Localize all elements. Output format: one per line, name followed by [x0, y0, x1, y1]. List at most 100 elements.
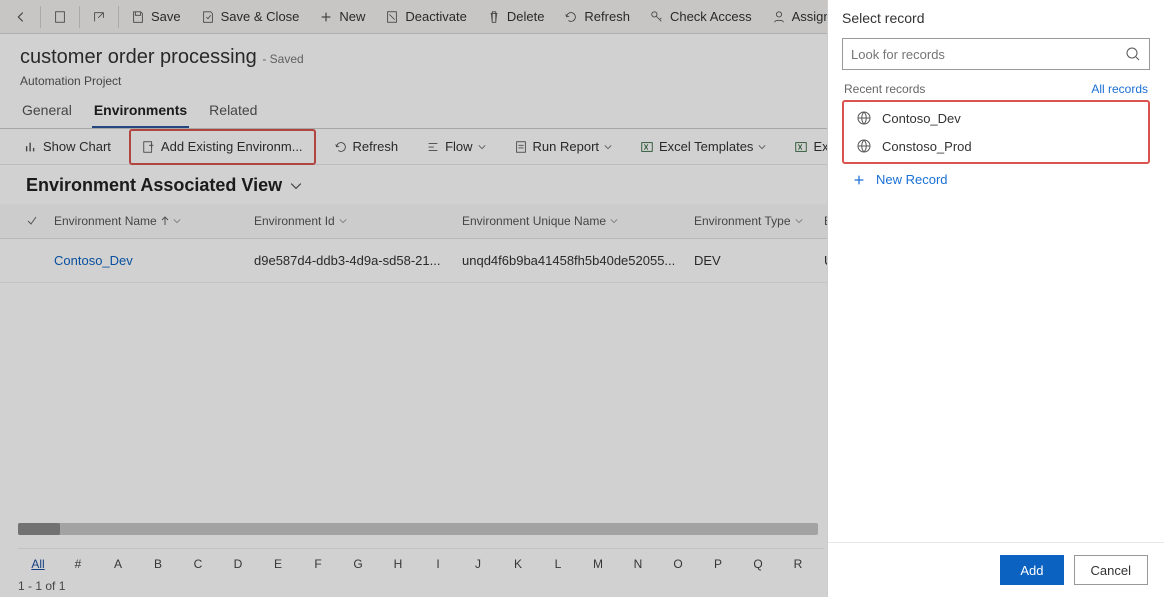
- chevron-down-icon: [758, 143, 766, 151]
- flow-menu[interactable]: Flow: [416, 132, 495, 162]
- globe-icon: [856, 110, 872, 126]
- panel-footer: Add Cancel: [828, 542, 1164, 597]
- flow-icon: [426, 140, 440, 154]
- deactivate-button[interactable]: Deactivate: [375, 1, 476, 33]
- lookup-item-contoso-dev[interactable]: Contoso_Dev: [844, 104, 1148, 132]
- alpha-a[interactable]: A: [98, 557, 138, 571]
- check-access-button[interactable]: Check Access: [640, 1, 762, 33]
- delete-button[interactable]: Delete: [477, 1, 555, 33]
- alpha-all[interactable]: All: [18, 557, 58, 571]
- sort-asc-icon: [161, 216, 169, 226]
- refresh-icon: [334, 140, 348, 154]
- chevron-down-icon: [173, 217, 181, 225]
- col-environment-id[interactable]: Environment Id: [246, 208, 454, 234]
- run-report-menu[interactable]: Run Report: [504, 132, 622, 162]
- alpha-p[interactable]: P: [698, 557, 738, 571]
- alpha-q[interactable]: Q: [738, 557, 778, 571]
- refresh-icon: [564, 10, 578, 24]
- alpha-filter: All # A B C D E F G H I J K L M N O P Q …: [18, 548, 824, 571]
- chevron-down-icon: [478, 143, 486, 151]
- alpha-m[interactable]: M: [578, 557, 618, 571]
- all-records-link[interactable]: All records: [1091, 82, 1148, 96]
- deactivate-icon: [385, 10, 399, 24]
- chevron-down-icon: [290, 180, 302, 192]
- new-record-button[interactable]: New Record: [828, 164, 1164, 195]
- highlight-recent-records: Contoso_Dev Constoso_Prod: [842, 100, 1150, 164]
- form-button[interactable]: [43, 1, 77, 33]
- recent-records-label: Recent records: [844, 82, 925, 96]
- refresh-button[interactable]: Refresh: [554, 1, 640, 33]
- save-icon: [131, 10, 145, 24]
- save-close-icon: [201, 10, 215, 24]
- alpha-b[interactable]: B: [138, 557, 178, 571]
- plus-icon: [319, 10, 333, 24]
- alpha-h[interactable]: H: [378, 557, 418, 571]
- highlight-add-existing: Add Existing Environm...: [129, 129, 316, 165]
- tab-related[interactable]: Related: [207, 96, 259, 128]
- lookup-panel: Select record Recent records All records…: [827, 0, 1164, 597]
- person-icon: [772, 10, 786, 24]
- globe-icon: [856, 138, 872, 154]
- chart-icon: [24, 140, 38, 154]
- entity-name: Automation Project: [20, 74, 304, 88]
- alpha-hash[interactable]: #: [58, 557, 98, 571]
- tab-environments[interactable]: Environments: [92, 96, 189, 128]
- new-record-label: New Record: [876, 172, 948, 187]
- alpha-k[interactable]: K: [498, 557, 538, 571]
- col-environment-type[interactable]: Environment Type: [686, 208, 816, 234]
- col-environment-name[interactable]: Environment Name: [46, 208, 246, 234]
- alpha-i[interactable]: I: [418, 557, 458, 571]
- cancel-button[interactable]: Cancel: [1074, 555, 1148, 585]
- cell-environment-id: d9e587d4-ddb3-4d9a-sd58-21...: [246, 247, 454, 274]
- lookup-item-contoso-prod[interactable]: Constoso_Prod: [844, 132, 1148, 160]
- show-chart-button[interactable]: Show Chart: [14, 132, 121, 162]
- report-icon: [514, 140, 528, 154]
- add-button[interactable]: Add: [1000, 555, 1063, 585]
- alpha-e[interactable]: E: [258, 557, 298, 571]
- chevron-down-icon: [795, 217, 803, 225]
- alpha-c[interactable]: C: [178, 557, 218, 571]
- save-button[interactable]: Save: [121, 1, 191, 33]
- new-button[interactable]: New: [309, 1, 375, 33]
- panel-title: Select record: [828, 0, 1164, 30]
- search-box[interactable]: [842, 38, 1150, 70]
- save-close-button[interactable]: Save & Close: [191, 1, 310, 33]
- arrow-left-icon: [14, 10, 28, 24]
- search-input[interactable]: [851, 47, 1125, 62]
- add-existing-icon: [142, 140, 156, 154]
- cell-environment-type: DEV: [686, 247, 816, 274]
- cell-environment-name[interactable]: Contoso_Dev: [46, 247, 246, 274]
- lookup-item-label: Contoso_Dev: [882, 111, 961, 126]
- checkmark-icon[interactable]: [26, 215, 38, 227]
- alpha-n[interactable]: N: [618, 557, 658, 571]
- horizontal-scrollbar[interactable]: [18, 523, 818, 535]
- add-existing-environment-button[interactable]: Add Existing Environm...: [132, 132, 313, 162]
- plus-icon: [852, 173, 866, 187]
- excel-icon: [640, 140, 654, 154]
- alpha-o[interactable]: O: [658, 557, 698, 571]
- alpha-d[interactable]: D: [218, 557, 258, 571]
- col-environment-unique[interactable]: Environment Unique Name: [454, 208, 686, 234]
- alpha-l[interactable]: L: [538, 557, 578, 571]
- alpha-g[interactable]: G: [338, 557, 378, 571]
- popout-icon: [92, 10, 106, 24]
- excel-templates-menu[interactable]: Excel Templates: [630, 132, 776, 162]
- trash-icon: [487, 10, 501, 24]
- subgrid-refresh-button[interactable]: Refresh: [324, 132, 409, 162]
- tab-general[interactable]: General: [20, 96, 74, 128]
- alpha-j[interactable]: J: [458, 557, 498, 571]
- chevron-down-icon: [339, 217, 347, 225]
- pager-label: 1 - 1 of 1: [18, 579, 65, 593]
- form-icon: [53, 10, 67, 24]
- search-icon[interactable]: [1125, 46, 1141, 62]
- chevron-down-icon: [604, 143, 612, 151]
- popout-button[interactable]: [82, 1, 116, 33]
- alpha-r[interactable]: R: [778, 557, 818, 571]
- back-button[interactable]: [4, 1, 38, 33]
- alpha-f[interactable]: F: [298, 557, 338, 571]
- saved-indicator: - Saved: [262, 52, 303, 66]
- lookup-item-label: Constoso_Prod: [882, 139, 972, 154]
- cell-environment-unique: unqd4f6b9ba41458fh5b40de52055...: [454, 247, 686, 274]
- key-icon: [650, 10, 664, 24]
- chevron-down-icon: [610, 217, 618, 225]
